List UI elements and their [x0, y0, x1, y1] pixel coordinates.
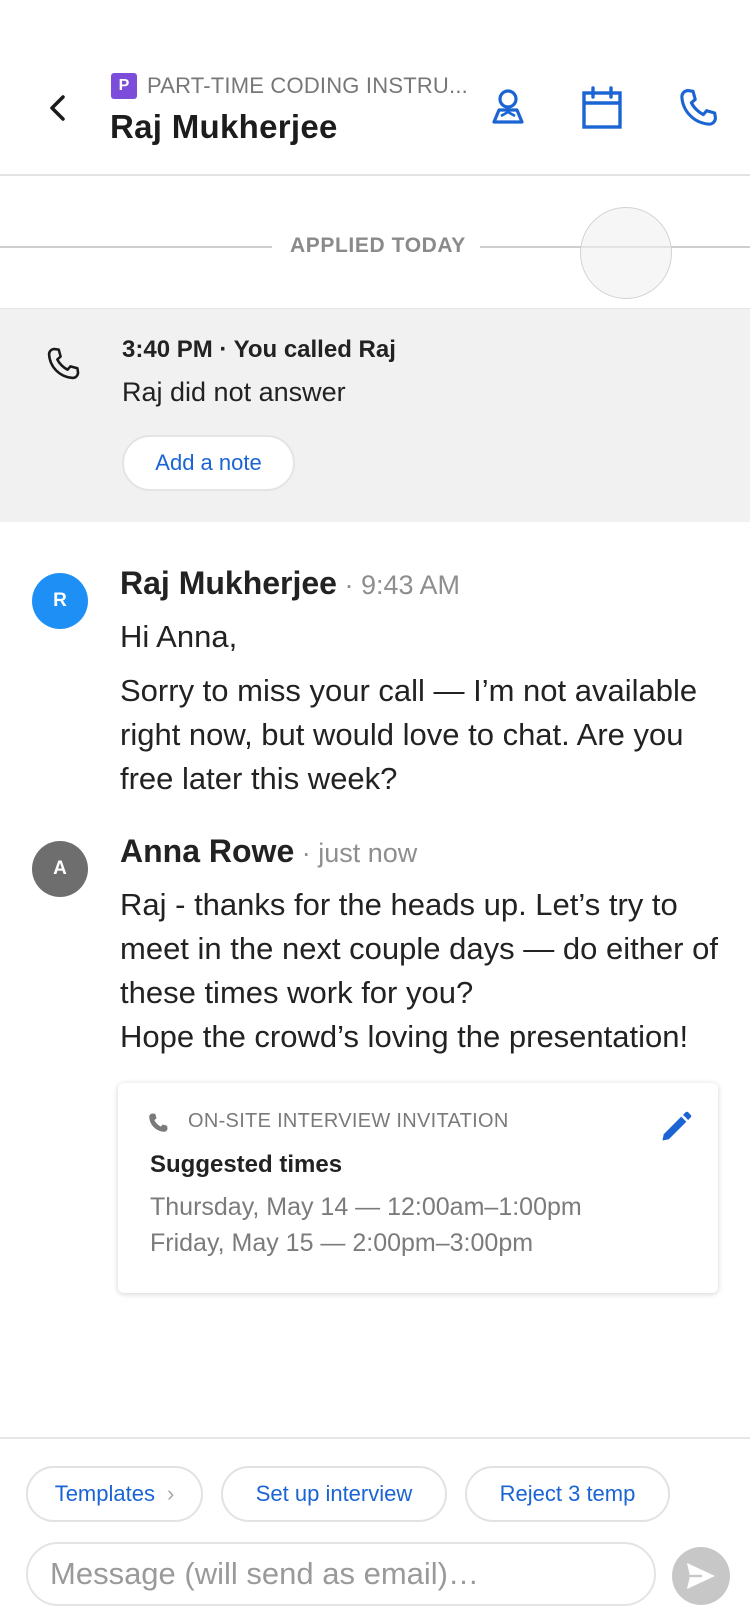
message-time: · just now	[294, 838, 418, 868]
call-log-card: 3:40 PM · You called Raj Raj did not ans…	[0, 308, 750, 522]
back-button[interactable]	[40, 88, 76, 128]
job-title: PART-TIME CODING INSTRU...	[147, 73, 468, 98]
send-button[interactable]	[672, 1547, 730, 1605]
touch-indicator	[580, 207, 672, 299]
sender-name: Anna Rowe	[120, 833, 295, 869]
message-body: Hi Anna, Sorry to miss your call — I’m n…	[120, 615, 730, 801]
message-time: · 9:43 AM	[336, 570, 461, 600]
job-badge: P	[111, 73, 137, 99]
chevron-right-icon: ›	[166, 1481, 175, 1506]
schedule-button[interactable]	[576, 82, 628, 134]
suggested-time: Friday, May 15 — 2:00pm–3:00pm	[150, 1229, 534, 1257]
message-paragraph: Hope the crowd’s loving the presentation…	[120, 1019, 689, 1054]
back-icon	[50, 95, 65, 121]
candidate-name: Raj Mukherjee	[110, 108, 338, 145]
message-paragraph: Sorry to miss your call — I’m not availa…	[120, 673, 698, 796]
pencil-icon[interactable]	[658, 1109, 694, 1145]
job-line: P PART-TIME CODING INSTRU...	[111, 73, 468, 99]
invite-heading: Suggested times	[150, 1151, 343, 1178]
interview-invite-card[interactable]: ON-SITE INTERVIEW INVITATION Suggested t…	[118, 1083, 718, 1293]
sender-name: Raj Mukherjee	[120, 565, 337, 601]
applied-label: APPLIED TODAY	[290, 234, 466, 257]
call-button[interactable]	[672, 82, 724, 134]
profile-icon	[492, 89, 524, 124]
message-body: Raj - thanks for the heads up. Let’s try…	[120, 883, 745, 1059]
send-icon	[687, 1563, 715, 1589]
message-header: Anna Rowe · just now	[120, 833, 417, 870]
phone-icon	[680, 89, 717, 126]
message-paragraph: Raj - thanks for the heads up. Let’s try…	[120, 887, 718, 1010]
message-paragraph: Hi Anna,	[120, 619, 238, 654]
phone-icon	[149, 1113, 168, 1132]
avatar: A	[32, 841, 88, 897]
templates-chip[interactable]: Templates ›	[26, 1466, 203, 1522]
reject-chip[interactable]: Reject 3 temp	[465, 1466, 670, 1522]
setup-interview-chip[interactable]: Set up interview	[221, 1466, 447, 1522]
call-status: Raj did not answer	[122, 377, 346, 407]
message-header: Raj Mukherjee · 9:43 AM	[120, 565, 460, 602]
invite-label: ON-SITE INTERVIEW INVITATION	[188, 1110, 509, 1132]
avatar: R	[32, 573, 88, 629]
divider-line-left	[0, 246, 272, 248]
conversation-header: P PART-TIME CODING INSTRU... Raj Mukherj…	[0, 0, 750, 176]
calendar-icon	[582, 86, 622, 129]
add-note-button[interactable]: Add a note	[122, 435, 295, 491]
suggested-time: Thursday, May 14 — 12:00am–1:00pm	[150, 1193, 582, 1221]
composer: Templates › Set up interview Reject 3 tem…	[0, 1437, 750, 1624]
call-title: 3:40 PM · You called Raj	[122, 336, 396, 363]
profile-button[interactable]	[482, 82, 534, 134]
phone-icon	[47, 347, 80, 380]
message-input[interactable]	[26, 1542, 656, 1606]
chip-label: Templates	[54, 1481, 155, 1506]
